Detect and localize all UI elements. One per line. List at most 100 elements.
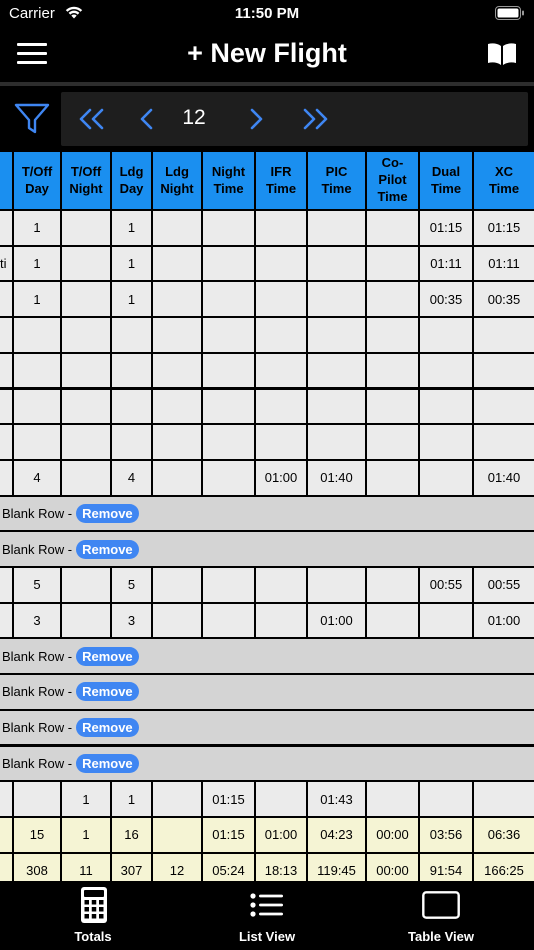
table-cell-truncated[interactable] — [0, 389, 12, 424]
table-cell-dual-time[interactable] — [420, 389, 472, 424]
table-cell-dual-time[interactable] — [420, 425, 472, 459]
remove-blank-row-button[interactable]: Remove — [76, 539, 139, 559]
table-cell-co--pilot-time[interactable] — [367, 318, 418, 352]
table-cell-pic-time[interactable] — [308, 389, 365, 424]
table-cell-toff-day[interactable]: 1 — [14, 211, 60, 245]
table-cell-xc-time[interactable]: 00:55 — [474, 568, 534, 602]
table-cell-ifr-time[interactable] — [256, 425, 306, 459]
tab-table-view[interactable]: Table View — [352, 881, 530, 950]
table-cell-truncated[interactable] — [0, 282, 12, 317]
remove-blank-row-button[interactable]: Remove — [76, 718, 139, 738]
table-cell-truncated[interactable] — [0, 318, 12, 352]
table-cell-xc-time[interactable]: 01:00 — [474, 603, 534, 638]
table-cell-toff-night[interactable] — [62, 318, 110, 352]
table-cell-night-time[interactable] — [203, 389, 254, 424]
table-cell-truncated[interactable] — [0, 568, 12, 602]
table-cell-ldg-night[interactable] — [153, 282, 201, 317]
table-cell-xc-time[interactable]: 01:11 — [474, 246, 534, 281]
table-cell-xc-time[interactable] — [474, 425, 534, 459]
table-cell-night-time[interactable] — [203, 425, 254, 459]
table-cell-ifr-time[interactable] — [256, 782, 306, 816]
totals-cell-toff-night[interactable]: 1 — [62, 817, 110, 852]
table-cell-ifr-time[interactable] — [256, 318, 306, 352]
previous-page-icon[interactable] — [139, 108, 155, 130]
table-cell-dual-time[interactable]: 00:55 — [420, 568, 472, 602]
table-cell-dual-time[interactable]: 00:35 — [420, 282, 472, 317]
table-cell-toff-day[interactable] — [14, 318, 60, 352]
table-cell-night-time[interactable] — [203, 318, 254, 352]
table-cell-pic-time[interactable] — [308, 282, 365, 317]
table-cell-night-time[interactable] — [203, 282, 254, 317]
totals-cell-ldg-night[interactable] — [153, 817, 201, 852]
table-cell-dual-time[interactable] — [420, 318, 472, 352]
table-cell-truncated[interactable]: ti — [0, 246, 12, 281]
table-cell-ldg-day[interactable]: 5 — [112, 568, 151, 602]
table-cell-toff-day[interactable]: 1 — [14, 246, 60, 281]
table-cell-ldg-night[interactable] — [153, 246, 201, 281]
book-icon[interactable] — [487, 42, 517, 66]
table-cell-pic-time[interactable] — [308, 425, 365, 459]
table-cell-ldg-day[interactable] — [112, 425, 151, 459]
table-cell-night-time[interactable] — [203, 568, 254, 602]
table-cell-truncated[interactable] — [0, 211, 12, 245]
table-cell-night-time[interactable] — [203, 211, 254, 245]
table-cell-toff-night[interactable] — [62, 460, 110, 495]
table-cell-ldg-night[interactable] — [153, 318, 201, 352]
table-cell-toff-day[interactable]: 1 — [14, 282, 60, 317]
filter-icon[interactable] — [14, 103, 50, 135]
new-flight-button[interactable]: + New Flight — [0, 38, 534, 69]
table-cell-truncated[interactable] — [0, 782, 12, 816]
table-cell-ifr-time[interactable] — [256, 282, 306, 317]
totals-cell-co--pilot-time[interactable]: 00:00 — [367, 853, 418, 881]
table-cell-toff-day[interactable]: 4 — [14, 460, 60, 495]
table-cell-ldg-night[interactable] — [153, 603, 201, 638]
totals-cell-night-time[interactable]: 05:24 — [203, 853, 254, 881]
table-cell-toff-night[interactable] — [62, 353, 110, 388]
table-cell-ldg-day[interactable]: 1 — [112, 211, 151, 245]
table-cell-dual-time[interactable] — [420, 782, 472, 816]
totals-cell-truncated[interactable] — [0, 853, 12, 881]
table-cell-co--pilot-time[interactable] — [367, 603, 418, 638]
remove-blank-row-button[interactable]: Remove — [76, 503, 139, 523]
table-cell-dual-time[interactable] — [420, 353, 472, 388]
totals-cell-dual-time[interactable]: 91:54 — [420, 853, 472, 881]
last-page-icon[interactable] — [302, 108, 330, 130]
totals-cell-pic-time[interactable]: 04:23 — [308, 817, 365, 852]
table-cell-toff-day[interactable] — [14, 782, 60, 816]
table-cell-night-time[interactable]: 01:15 — [203, 782, 254, 816]
table-cell-co--pilot-time[interactable] — [367, 425, 418, 459]
table-cell-toff-night[interactable] — [62, 246, 110, 281]
table-cell-night-time[interactable] — [203, 353, 254, 388]
table-cell-night-time[interactable] — [203, 460, 254, 495]
table-cell-pic-time[interactable]: 01:40 — [308, 460, 365, 495]
table-cell-ldg-night[interactable] — [153, 425, 201, 459]
table-cell-ldg-day[interactable]: 4 — [112, 460, 151, 495]
table-cell-ldg-night[interactable] — [153, 568, 201, 602]
table-cell-ldg-night[interactable] — [153, 460, 201, 495]
table-cell-xc-time[interactable] — [474, 353, 534, 388]
table-cell-pic-time[interactable] — [308, 353, 365, 388]
table-cell-pic-time[interactable] — [308, 246, 365, 281]
table-cell-pic-time[interactable] — [308, 568, 365, 602]
tab-totals[interactable]: Totals — [4, 881, 182, 950]
totals-cell-ldg-day[interactable]: 16 — [112, 817, 151, 852]
table-cell-ifr-time[interactable] — [256, 603, 306, 638]
next-page-icon[interactable] — [248, 108, 264, 130]
table-cell-toff-night[interactable] — [62, 389, 110, 424]
table-cell-pic-time[interactable] — [308, 211, 365, 245]
table-cell-co--pilot-time[interactable] — [367, 282, 418, 317]
remove-blank-row-button[interactable]: Remove — [76, 682, 139, 702]
table-cell-xc-time[interactable] — [474, 318, 534, 352]
table-cell-ldg-day[interactable] — [112, 389, 151, 424]
totals-cell-xc-time[interactable]: 06:36 — [474, 817, 534, 852]
table-cell-co--pilot-time[interactable] — [367, 246, 418, 281]
table-cell-co--pilot-time[interactable] — [367, 568, 418, 602]
table-cell-ifr-time[interactable] — [256, 246, 306, 281]
totals-cell-truncated[interactable] — [0, 817, 12, 852]
table-cell-xc-time[interactable]: 00:35 — [474, 282, 534, 317]
table-cell-night-time[interactable] — [203, 603, 254, 638]
totals-cell-toff-day[interactable]: 308 — [14, 853, 60, 881]
table-cell-toff-night[interactable] — [62, 568, 110, 602]
table-cell-xc-time[interactable] — [474, 782, 534, 816]
first-page-icon[interactable] — [77, 108, 105, 130]
